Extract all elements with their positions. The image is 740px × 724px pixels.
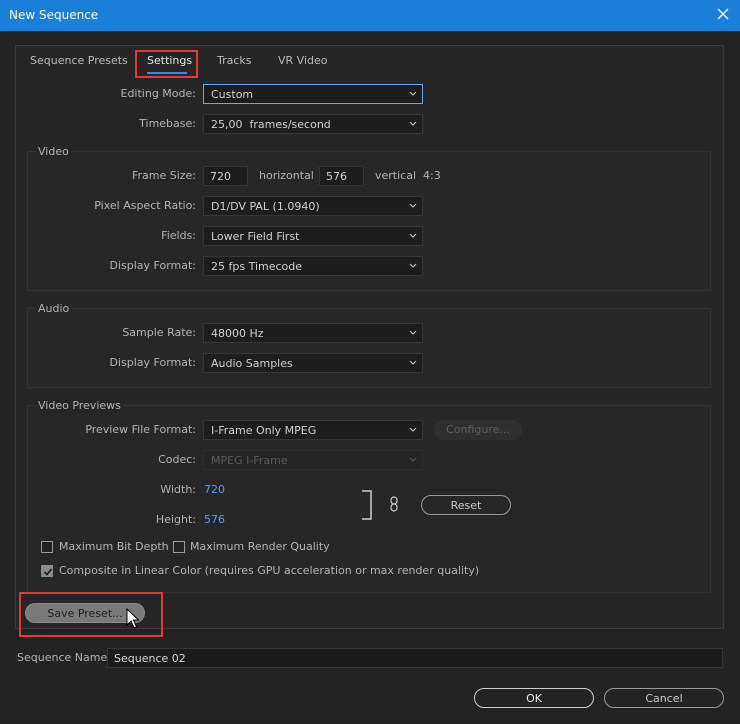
link-bracket-icon: [362, 490, 372, 520]
chain-link-icon[interactable]: [389, 496, 399, 512]
vertical-label: vertical: [375, 169, 417, 182]
video-previews-group-title: Video Previews: [36, 399, 123, 412]
codec-value: MPEG I-Frame: [211, 454, 288, 467]
reset-button[interactable]: Reset: [421, 495, 511, 515]
timebase-value: 25,00 frames/second: [211, 118, 331, 131]
sequence-name-input[interactable]: Sequence 02: [107, 648, 723, 668]
chevron-down-icon: [409, 233, 417, 238]
preview-file-format-label: Preview File Format:: [85, 423, 196, 436]
close-icon[interactable]: [714, 5, 732, 23]
chevron-down-icon: [409, 91, 417, 96]
chevron-down-icon: [409, 457, 417, 462]
audio-group-title: Audio: [36, 302, 72, 315]
max-bit-depth-checkbox[interactable]: [41, 541, 53, 553]
pixel-aspect-dropdown[interactable]: D1/DV PAL (1.0940): [203, 196, 423, 216]
frame-size-label: Frame Size:: [131, 169, 196, 182]
sample-rate-label: Sample Rate:: [122, 326, 196, 339]
horizontal-label: horizontal: [259, 169, 314, 182]
mouse-cursor-icon: [126, 608, 140, 629]
chevron-down-icon: [409, 427, 417, 432]
editing-mode-dropdown[interactable]: Custom: [203, 84, 423, 104]
video-display-format-value: 25 fps Timecode: [211, 260, 303, 273]
sequence-name-label: Sequence Name:: [17, 651, 111, 664]
preview-file-format-value: I-Frame Only MPEG: [211, 424, 317, 437]
codec-dropdown[interactable]: MPEG I-Frame: [203, 450, 423, 470]
editing-mode-value: Custom: [211, 88, 254, 101]
tab-sequence-presets[interactable]: Sequence Presets: [30, 54, 128, 67]
chevron-down-icon: [409, 263, 417, 268]
audio-group: [27, 308, 711, 388]
fields-value: Lower Field First: [211, 230, 300, 243]
chevron-down-icon: [409, 121, 417, 126]
fields-dropdown[interactable]: Lower Field First: [203, 226, 423, 246]
codec-label: Codec:: [158, 453, 196, 466]
linear-color-checkbox[interactable]: [41, 565, 53, 577]
title-bar: New Sequence: [0, 0, 740, 31]
ok-button[interactable]: OK: [474, 688, 594, 708]
timebase-dropdown[interactable]: 25,00 frames/second: [203, 114, 423, 134]
frame-width-field[interactable]: 720: [203, 166, 248, 186]
max-render-quality-checkbox[interactable]: [173, 541, 185, 553]
audio-display-format-value: Audio Samples: [211, 357, 293, 370]
checkmark-icon: [43, 568, 53, 576]
chevron-down-icon: [409, 360, 417, 365]
cancel-button[interactable]: Cancel: [604, 688, 724, 708]
window-title: New Sequence: [9, 8, 99, 22]
chevron-down-icon: [409, 203, 417, 208]
video-display-format-label: Display Format:: [109, 259, 196, 272]
preview-file-format-dropdown[interactable]: I-Frame Only MPEG: [203, 420, 423, 440]
preview-width-value[interactable]: 720: [204, 483, 225, 496]
sample-rate-value: 48000 Hz: [211, 327, 264, 340]
audio-display-format-label: Display Format:: [109, 356, 196, 369]
sample-rate-dropdown[interactable]: 48000 Hz: [203, 323, 423, 343]
preview-width-label: Width:: [160, 483, 196, 496]
pixel-aspect-value: D1/DV PAL (1.0940): [211, 200, 320, 213]
configure-button[interactable]: Configure...: [434, 420, 522, 440]
settings-tab-highlight: [135, 50, 198, 78]
tab-tracks[interactable]: Tracks: [217, 54, 252, 67]
save-preset-highlight: [19, 592, 163, 637]
max-render-quality-label: Maximum Render Quality: [190, 540, 330, 553]
video-group-title: Video: [36, 145, 71, 158]
pixel-aspect-label: Pixel Aspect Ratio:: [94, 199, 196, 212]
video-display-format-dropdown[interactable]: 25 fps Timecode: [203, 256, 423, 276]
max-bit-depth-label: Maximum Bit Depth: [59, 540, 169, 553]
editing-mode-label: Editing Mode:: [120, 87, 197, 100]
chevron-down-icon: [409, 330, 417, 335]
aspect-ratio-label: 4:3: [423, 169, 441, 182]
linear-color-label: Composite in Linear Color (requires GPU …: [59, 564, 480, 577]
audio-display-format-dropdown[interactable]: Audio Samples: [203, 353, 423, 373]
preview-height-label: Height:: [155, 513, 196, 526]
timebase-label: Timebase:: [139, 117, 196, 130]
preview-height-value[interactable]: 576: [204, 513, 225, 526]
frame-height-field[interactable]: 576: [319, 166, 364, 186]
fields-label: Fields:: [161, 229, 196, 242]
tab-vr-video[interactable]: VR Video: [278, 54, 327, 67]
